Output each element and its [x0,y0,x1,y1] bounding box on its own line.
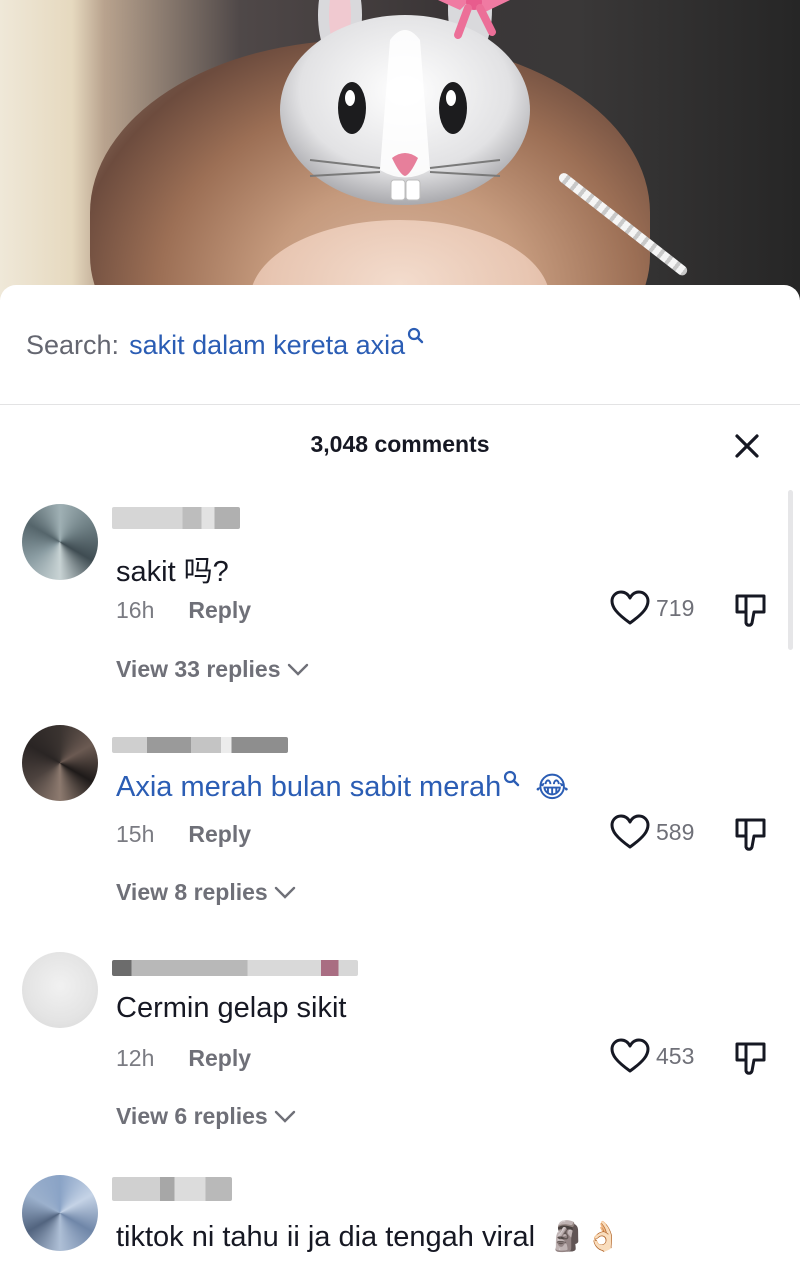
bunny-face-filter-icon [280,0,530,205]
reply-button[interactable]: Reply [188,597,251,624]
view-replies-button[interactable]: View 6 replies [116,1103,296,1130]
moai-ok-hand-emoji-icon: 🗿👌🏻 [549,1221,622,1253]
view-replies-button[interactable]: View 33 replies [116,656,309,683]
comment-text[interactable]: Axia merah bulan sabit merah 😂 [116,770,569,805]
dislike-icon[interactable] [734,592,768,628]
chevron-down-icon [274,1110,295,1123]
like-count: 453 [656,1042,695,1069]
close-icon[interactable] [733,432,761,460]
comment-search-link[interactable]: Axia merah bulan sabit merah [116,771,501,804]
video-background[interactable] [0,0,800,300]
avatar[interactable] [22,504,98,580]
heart-icon [610,590,650,625]
heart-icon [610,1038,650,1073]
chevron-down-icon [287,663,308,676]
search-icon [408,327,424,344]
username-blurred[interactable] [112,960,358,976]
view-replies-label: View 33 replies [116,656,281,682]
dislike-icon[interactable] [734,816,768,852]
comment-text-content: sakit 吗? [116,556,229,588]
username-blurred[interactable] [112,1177,232,1201]
comment-time: 16h [116,597,155,623]
username-blurred[interactable] [112,737,288,753]
comment-meta: 15h Reply [116,821,251,848]
reply-button[interactable]: Reply [188,821,251,848]
comment-text: sakit 吗? [116,548,229,590]
view-replies-button[interactable]: View 8 replies [116,879,296,906]
comments-count-title: 3,048 comments [310,431,490,457]
dislike-icon[interactable] [734,1040,768,1076]
comment-text-content: Cermin gelap sikit [116,992,347,1024]
comment-text: tiktok ni tahu ii ja dia tengah viral 🗿👌… [116,1220,621,1254]
like-button[interactable]: 453 [610,1038,694,1074]
reply-button[interactable]: Reply [188,1045,251,1072]
comment-text-content: tiktok ni tahu ii ja dia tengah viral [116,1220,536,1253]
avatar[interactable] [22,952,98,1028]
search-suggestion[interactable]: Search: sakit dalam kereta axia [26,325,425,365]
heart-icon [610,814,650,849]
comment-time: 12h [116,1045,155,1071]
like-count: 719 [656,594,695,621]
scrollbar[interactable] [788,490,793,650]
view-replies-label: View 8 replies [116,879,268,905]
search-term-link[interactable]: sakit dalam kereta axia [129,330,405,361]
avatar[interactable] [22,725,98,801]
chevron-down-icon [274,886,295,899]
search-icon [504,770,520,787]
comment-meta: 16h Reply [116,597,251,624]
search-prefix: Search: [26,329,120,360]
comment-time: 15h [116,821,155,847]
laughing-emoji-icon: 😂 [535,772,570,804]
comment-meta: 12h Reply [116,1045,251,1072]
view-replies-label: View 6 replies [116,1103,268,1129]
like-count: 589 [656,818,695,845]
username-blurred[interactable] [112,507,240,529]
comment-text: Cermin gelap sikit [116,992,346,1025]
comments-sheet: Search: sakit dalam kereta axia 3,048 co… [0,285,800,1264]
like-button[interactable]: 719 [610,590,694,626]
divider [0,404,800,405]
avatar[interactable] [22,1175,98,1251]
like-button[interactable]: 589 [610,814,694,850]
